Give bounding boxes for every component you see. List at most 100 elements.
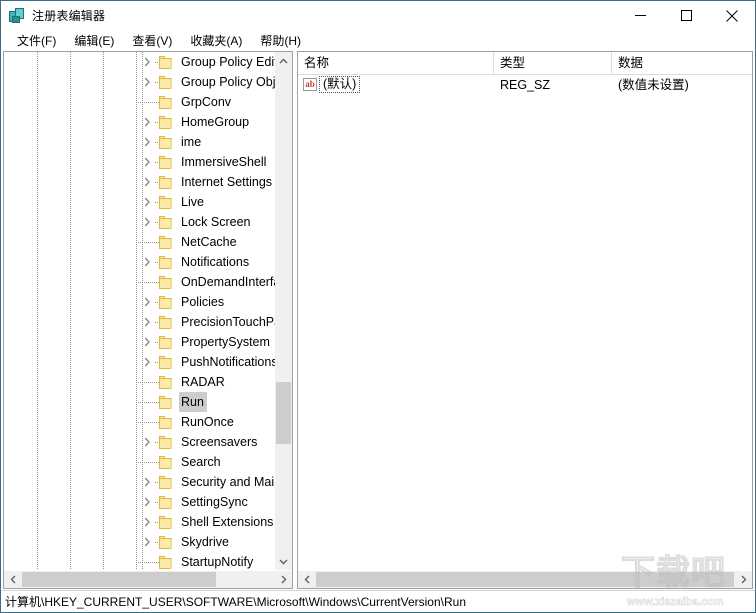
tree-scrollbar-thumb[interactable] (276, 382, 291, 444)
tree-connector-line (136, 102, 159, 103)
folder-icon (159, 436, 175, 449)
tree-scroll-up-button[interactable] (275, 52, 292, 69)
tree-item-internet-settings[interactable]: Internet Settings (4, 172, 275, 192)
tree-connector-line (136, 282, 159, 283)
tree-item-label: ime (181, 135, 202, 149)
table-row[interactable]: ab (默认) REG_SZ (数值未设置) (298, 75, 752, 95)
folder-icon (159, 416, 175, 429)
minimize-icon (634, 15, 646, 16)
title-bar[interactable]: 注册表编辑器 (1, 1, 755, 30)
tree-connector-line (136, 382, 159, 383)
folder-icon (159, 496, 175, 509)
tree-item-skydrive[interactable]: Skydrive (4, 532, 275, 552)
maximize-button[interactable] (663, 1, 709, 30)
tree-item-startupnotify[interactable]: StartupNotify (4, 552, 275, 570)
tree-scroll-down-button[interactable] (275, 553, 292, 570)
tree-item-group-policy-object[interactable]: Group Policy Object (4, 72, 275, 92)
tree-item-label: NetCache (181, 235, 237, 249)
value-type: REG_SZ (500, 78, 551, 92)
close-button[interactable] (709, 1, 755, 30)
tree-item-homegroup[interactable]: HomeGroup (4, 112, 275, 132)
folder-icon (159, 476, 175, 489)
window-title: 注册表编辑器 (32, 9, 106, 23)
registry-editor-icon (9, 7, 25, 24)
registry-values-pane: 名称 类型 数据 ab (默认) REG_SZ (数值未设置) (297, 51, 753, 589)
tree-item-settingsync[interactable]: SettingSync (4, 492, 275, 512)
menu-file[interactable]: 文件(F) (8, 30, 65, 51)
tree-item-policies[interactable]: Policies (4, 292, 275, 312)
chevron-left-icon (304, 575, 309, 584)
tree-item-notifications[interactable]: Notifications (4, 252, 275, 272)
folder-icon (159, 236, 175, 249)
tree-item-label: RunOnce (181, 415, 234, 429)
values-horizontal-scrollbar[interactable] (298, 571, 752, 588)
tree-item-screensavers[interactable]: Screensavers (4, 432, 275, 452)
menu-bar: 文件(F) 编辑(E) 查看(V) 收藏夹(A) 帮助(H) (1, 30, 755, 51)
tree-item-grpconv[interactable]: GrpConv (4, 92, 275, 112)
tree-item-security-and-mainte[interactable]: Security and Mainte (4, 472, 275, 492)
tree-item-run[interactable]: Run (4, 392, 275, 412)
values-scroll-right-button[interactable] (735, 571, 752, 588)
folder-icon (159, 536, 175, 549)
tree-item-group-policy-editor[interactable]: Group Policy Editor (4, 52, 275, 72)
tree-item-search[interactable]: Search (4, 452, 275, 472)
tree-item-ondemandinterface[interactable]: OnDemandInterface (4, 272, 275, 292)
tree-item-label: StartupNotify (181, 555, 254, 569)
tree-item-label: Lock Screen (181, 215, 251, 229)
tree-item-label: Group Policy Editor (181, 55, 275, 69)
tree-item-netcache[interactable]: NetCache (4, 232, 275, 252)
menu-view[interactable]: 查看(V) (123, 30, 181, 51)
tree-item-label: PrecisionTouchPad (181, 315, 275, 329)
folder-icon (159, 196, 175, 209)
tree-item-label: GrpConv (181, 95, 232, 109)
tree-item-pushnotifications[interactable]: PushNotifications (4, 352, 275, 372)
folder-icon (159, 116, 175, 129)
tree-item-ime[interactable]: ime (4, 132, 275, 152)
tree-scroll-left-button[interactable] (4, 571, 21, 588)
tree-item-label: Run (179, 392, 207, 412)
value-name[interactable]: (默认) (319, 76, 361, 93)
chevron-right-icon (281, 575, 286, 584)
menu-favorites[interactable]: 收藏夹(A) (181, 30, 251, 51)
folder-icon (159, 56, 175, 69)
tree-vertical-scrollbar[interactable] (275, 52, 292, 570)
string-value-icon: ab (303, 78, 317, 91)
folder-icon (159, 456, 175, 469)
registry-tree[interactable]: Group Policy Editor Group Policy Object Gr… (4, 52, 275, 570)
menu-edit[interactable]: 编辑(E) (65, 30, 123, 51)
tree-horizontal-scrollbar[interactable] (4, 571, 292, 588)
tree-item-live[interactable]: Live (4, 192, 275, 212)
column-header-name[interactable]: 名称 (298, 52, 494, 74)
tree-item-label: Search (181, 455, 221, 469)
column-header-data[interactable]: 数据 (612, 52, 752, 74)
tree-item-immersiveshell[interactable]: ImmersiveShell (4, 152, 275, 172)
tree-scroll-right-button[interactable] (275, 571, 292, 588)
window-controls (617, 1, 755, 30)
folder-icon (159, 296, 175, 309)
tree-item-label: RADAR (181, 375, 225, 389)
tree-item-precisiontouchpad[interactable]: PrecisionTouchPad (4, 312, 275, 332)
tree-item-runonce[interactable]: RunOnce (4, 412, 275, 432)
tree-connector-line (136, 242, 159, 243)
tree-item-radar[interactable]: RADAR (4, 372, 275, 392)
menu-help[interactable]: 帮助(H) (251, 30, 310, 51)
tree-item-lock-screen[interactable]: Lock Screen (4, 212, 275, 232)
values-column-header: 名称 类型 数据 (298, 52, 752, 75)
column-header-type[interactable]: 类型 (494, 52, 612, 74)
tree-hscrollbar-thumb[interactable] (22, 572, 216, 587)
folder-icon (159, 316, 175, 329)
minimize-button[interactable] (617, 1, 663, 30)
chevron-down-icon (279, 559, 288, 564)
values-list[interactable]: ab (默认) REG_SZ (数值未设置) (298, 75, 752, 570)
folder-icon (159, 256, 175, 269)
tree-item-shell-extensions[interactable]: Shell Extensions (4, 512, 275, 532)
tree-item-propertysystem[interactable]: PropertySystem (4, 332, 275, 352)
values-hscrollbar-thumb[interactable] (316, 572, 734, 587)
tree-item-label: Security and Mainte (181, 475, 275, 489)
folder-icon (159, 156, 175, 169)
tree-item-label: OnDemandInterface (181, 275, 275, 289)
folder-icon (159, 336, 175, 349)
folder-icon (159, 556, 175, 569)
value-data: (数值未设置) (618, 78, 689, 92)
values-scroll-left-button[interactable] (298, 571, 315, 588)
